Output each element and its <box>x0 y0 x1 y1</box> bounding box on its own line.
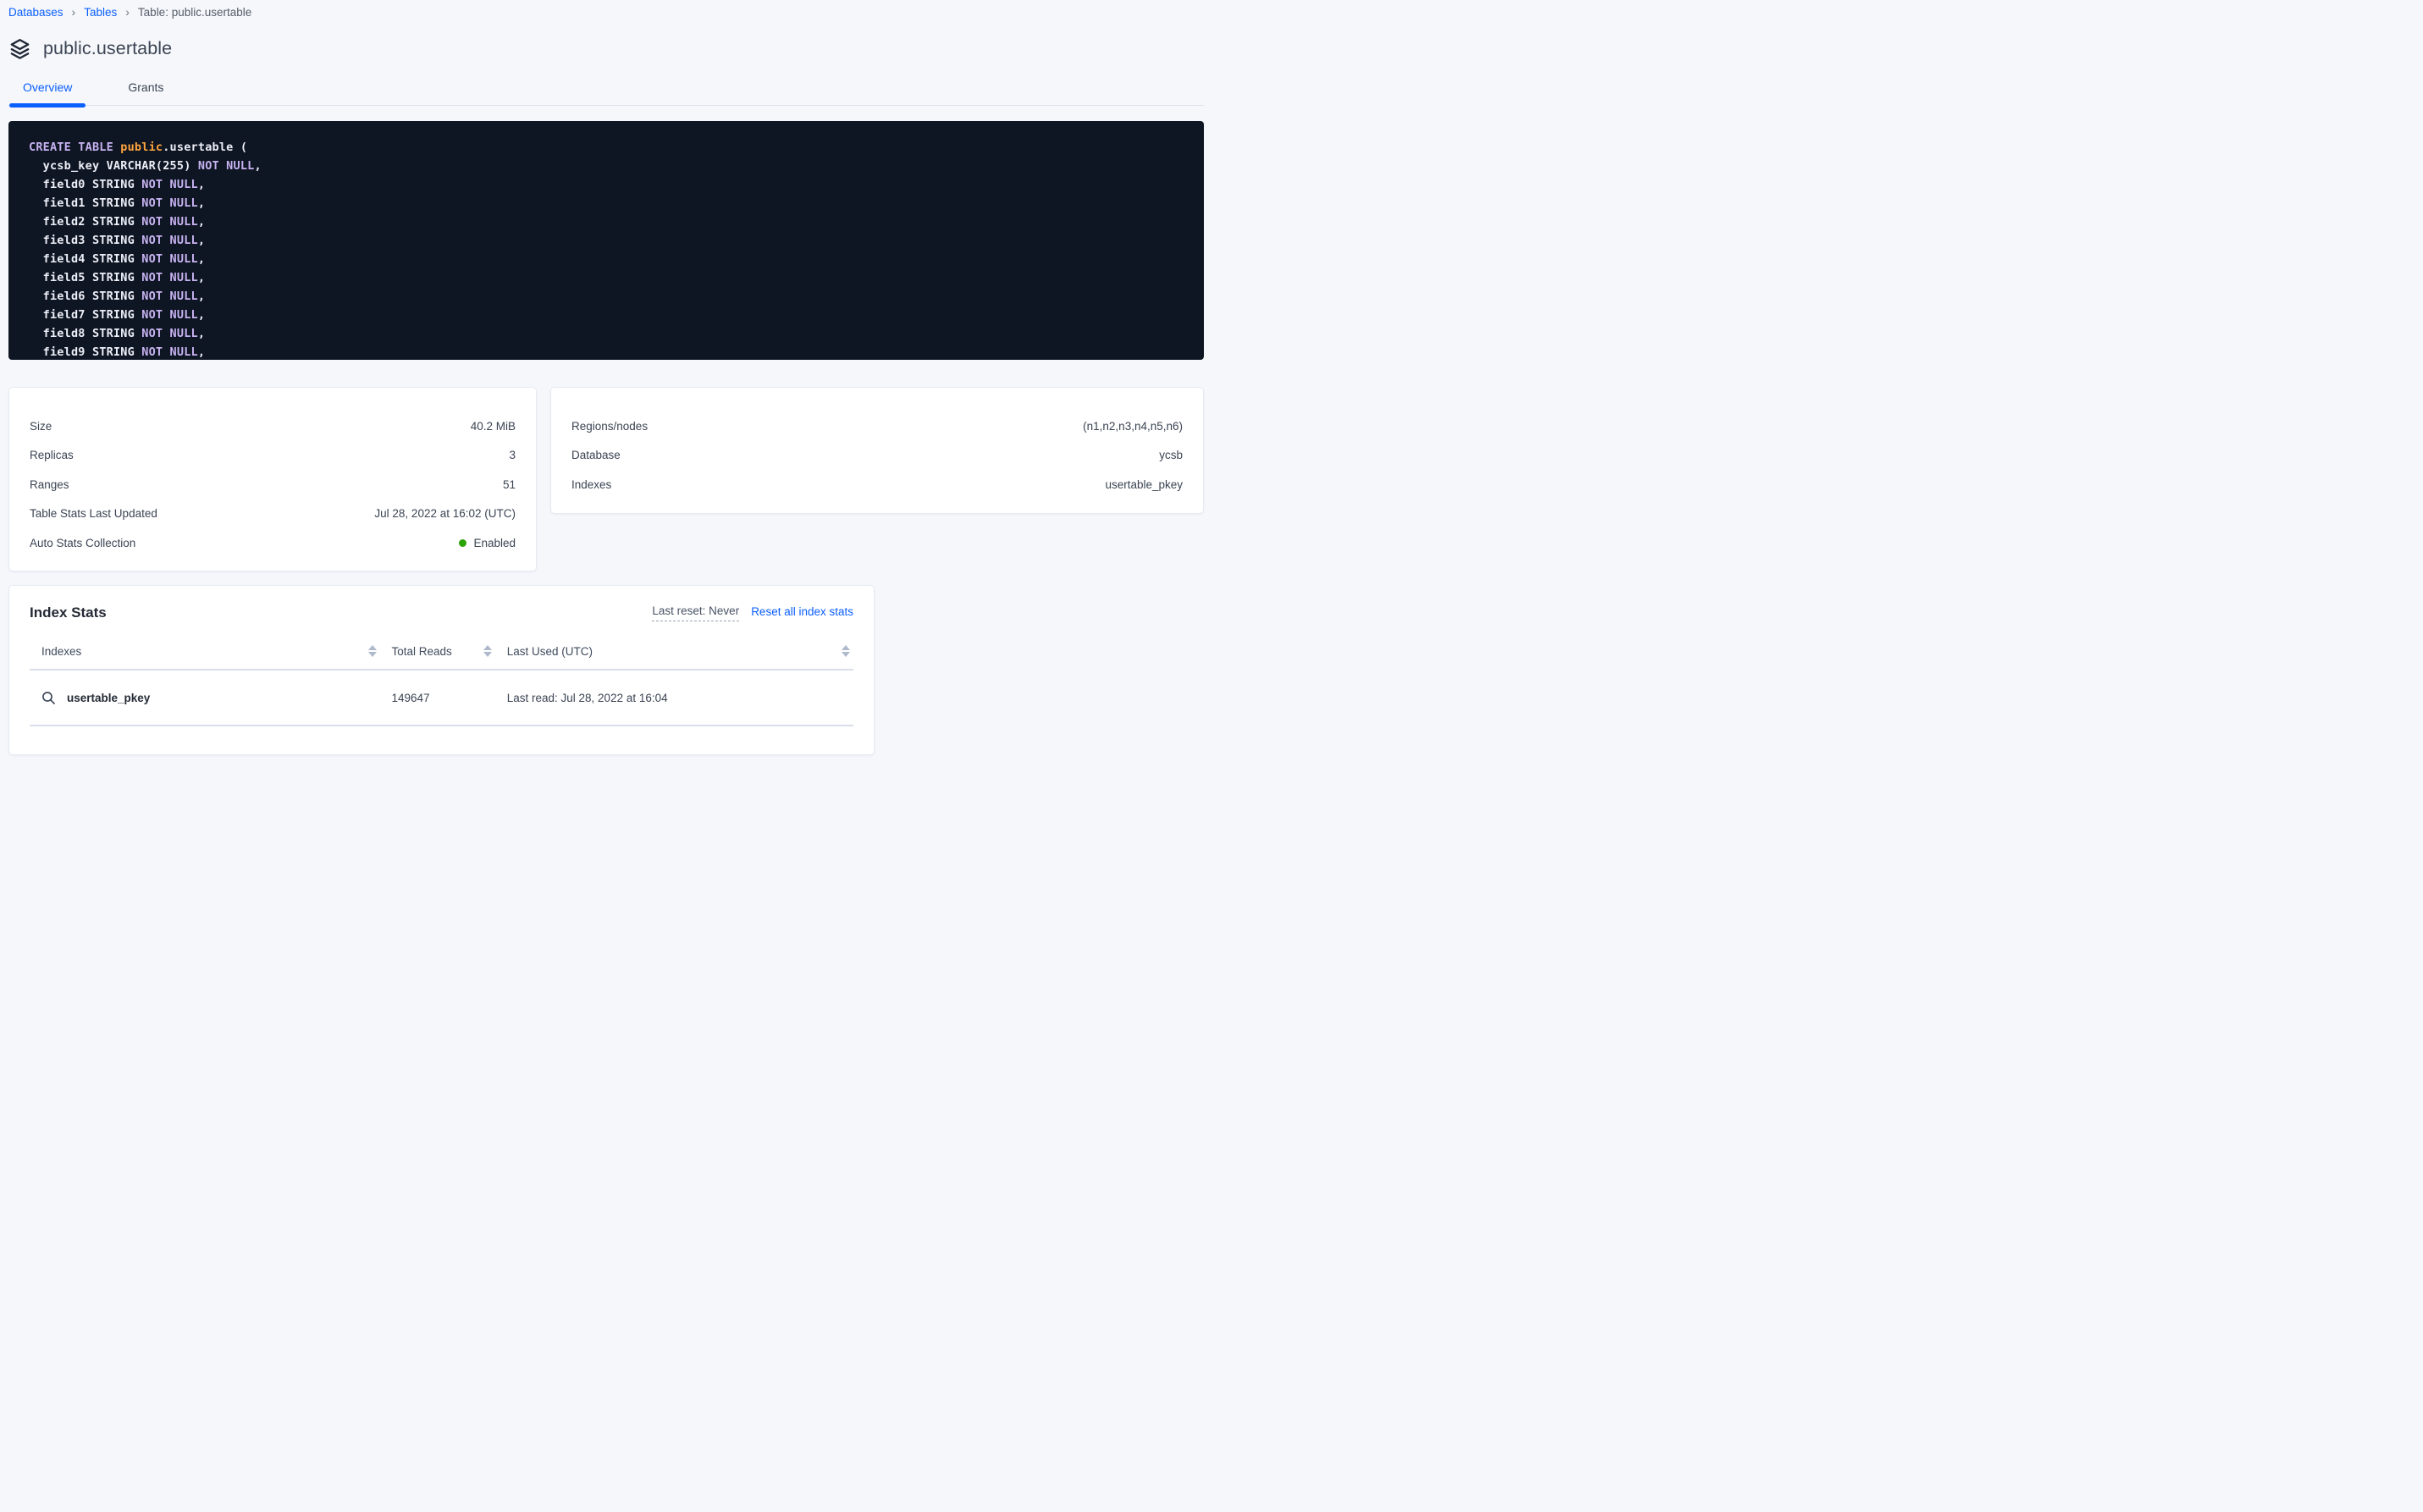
stat-row-database: Database ycsb <box>571 446 1183 465</box>
stat-row-ranges: Ranges 51 <box>30 475 516 494</box>
sql-code-line: field0 STRING NOT NULL, <box>29 175 1184 194</box>
sql-code-line: ycsb_key VARCHAR(255) NOT NULL, <box>29 157 1184 175</box>
breadcrumb: Databases › Tables › Table: public.usert… <box>8 0 1204 19</box>
index-stats-title: Index Stats <box>30 604 107 621</box>
sql-code-line: field7 STRING NOT NULL, <box>29 306 1184 324</box>
table-detail-page: Databases › Tables › Table: public.usert… <box>0 0 1212 760</box>
sql-code-line: field5 STRING NOT NULL, <box>29 268 1184 287</box>
sql-code-line: field8 STRING NOT NULL, <box>29 324 1184 343</box>
stat-value: 3 <box>509 449 516 461</box>
index-name[interactable]: usertable_pkey <box>41 691 150 705</box>
sql-code-line: field9 STRING NOT NULL, <box>29 343 1184 360</box>
sql-code-line: field4 STRING NOT NULL, <box>29 250 1184 268</box>
stat-label: Size <box>30 420 52 433</box>
stat-label: Table Stats Last Updated <box>30 507 157 520</box>
sort-icon[interactable] <box>842 645 850 657</box>
stat-value: Jul 28, 2022 at 16:02 (UTC) <box>374 507 516 520</box>
stat-label: Replicas <box>30 449 74 461</box>
index-table-header-row: Indexes Total Reads Last Used (UTC) <box>30 633 853 669</box>
column-header-last-used[interactable]: Last Used (UTC) <box>495 645 853 658</box>
reset-index-stats-link[interactable]: Reset all index stats <box>751 605 853 621</box>
create-table-sql-block[interactable]: CREATE TABLE public.usertable ( ycsb_key… <box>8 121 1204 360</box>
index-name-cell: usertable_pkey <box>30 691 380 705</box>
index-stats-table: Indexes Total Reads Last Used (UTC) <box>30 633 853 726</box>
stat-value: Enabled <box>459 537 516 549</box>
sort-icon[interactable] <box>368 645 377 657</box>
index-stats-reset-area: Last reset: Never Reset all index stats <box>652 604 853 621</box>
sql-code-line: field3 STRING NOT NULL, <box>29 231 1184 250</box>
column-header-label: Indexes <box>41 645 81 658</box>
stat-label: Ranges <box>30 478 69 491</box>
breadcrumb-link-tables[interactable]: Tables <box>84 6 117 19</box>
stat-value: 51 <box>503 478 516 491</box>
stat-value: 40.2 MiB <box>471 420 516 433</box>
sql-code-line: field1 STRING NOT NULL, <box>29 194 1184 212</box>
tab-bar: Overview Grants <box>8 80 1204 106</box>
stat-value: ycsb <box>1159 449 1183 461</box>
index-name-text: usertable_pkey <box>67 692 150 704</box>
enabled-status-dot <box>459 539 466 547</box>
column-header-total-reads[interactable]: Total Reads <box>380 645 495 658</box>
stat-row-indexes: Indexes usertable_pkey <box>571 475 1183 494</box>
table-divider <box>30 725 853 726</box>
stat-row-auto-stats: Auto Stats Collection Enabled <box>30 533 516 552</box>
stat-row-regions: Regions/nodes (n1,n2,n3,n4,n5,n6) <box>571 417 1183 435</box>
sql-code-line: field2 STRING NOT NULL, <box>29 212 1184 231</box>
breadcrumb-link-databases[interactable]: Databases <box>8 6 63 19</box>
column-header-label: Total Reads <box>392 645 452 658</box>
sql-code-line: field6 STRING NOT NULL, <box>29 287 1184 306</box>
index-table-row: usertable_pkey 149647 Last read: Jul 28,… <box>30 670 853 725</box>
index-stats-card: Index Stats Last reset: Never Reset all … <box>8 585 875 755</box>
total-reads-value: 149647 <box>392 692 430 704</box>
column-header-label: Last Used (UTC) <box>507 645 593 658</box>
last-used-value: Last read: Jul 28, 2022 at 16:04 <box>507 692 668 704</box>
stat-label: Auto Stats Collection <box>30 537 135 549</box>
page-bottom-gap <box>8 755 1204 760</box>
sort-icon[interactable] <box>483 645 492 657</box>
table-meta-card: Regions/nodes (n1,n2,n3,n4,n5,n6) Databa… <box>550 387 1204 514</box>
stat-value: (n1,n2,n3,n4,n5,n6) <box>1083 420 1183 433</box>
tab-overview[interactable]: Overview <box>9 80 86 105</box>
stat-label: Indexes <box>571 478 611 491</box>
search-icon[interactable] <box>41 691 56 705</box>
breadcrumb-current: Table: public.usertable <box>138 6 251 19</box>
stats-cards-row: Size 40.2 MiB Replicas 3 Ranges 51 Table… <box>8 387 1204 571</box>
status-text: Enabled <box>473 537 516 549</box>
index-stats-header: Index Stats Last reset: Never Reset all … <box>30 586 853 621</box>
stat-row-stats-updated: Table Stats Last Updated Jul 28, 2022 at… <box>30 505 516 523</box>
stat-label: Database <box>571 449 621 461</box>
last-used-cell: Last read: Jul 28, 2022 at 16:04 <box>495 692 853 704</box>
stat-value: usertable_pkey <box>1105 478 1183 491</box>
page-title-row: public.usertable <box>8 37 1204 60</box>
table-stack-icon <box>8 37 31 60</box>
tab-grants[interactable]: Grants <box>114 80 177 105</box>
page-title: public.usertable <box>43 38 172 59</box>
last-reset-label: Last reset: Never <box>652 604 739 621</box>
chevron-right-icon: › <box>72 6 76 18</box>
column-header-indexes[interactable]: Indexes <box>30 645 380 658</box>
table-stats-card: Size 40.2 MiB Replicas 3 Ranges 51 Table… <box>8 387 537 571</box>
stat-row-replicas: Replicas 3 <box>30 446 516 465</box>
stat-label: Regions/nodes <box>571 420 648 433</box>
stat-row-size: Size 40.2 MiB <box>30 417 516 435</box>
sql-code-line: CREATE TABLE public.usertable ( <box>29 138 1184 157</box>
chevron-right-icon: › <box>125 6 130 18</box>
total-reads-cell: 149647 <box>380 692 495 704</box>
